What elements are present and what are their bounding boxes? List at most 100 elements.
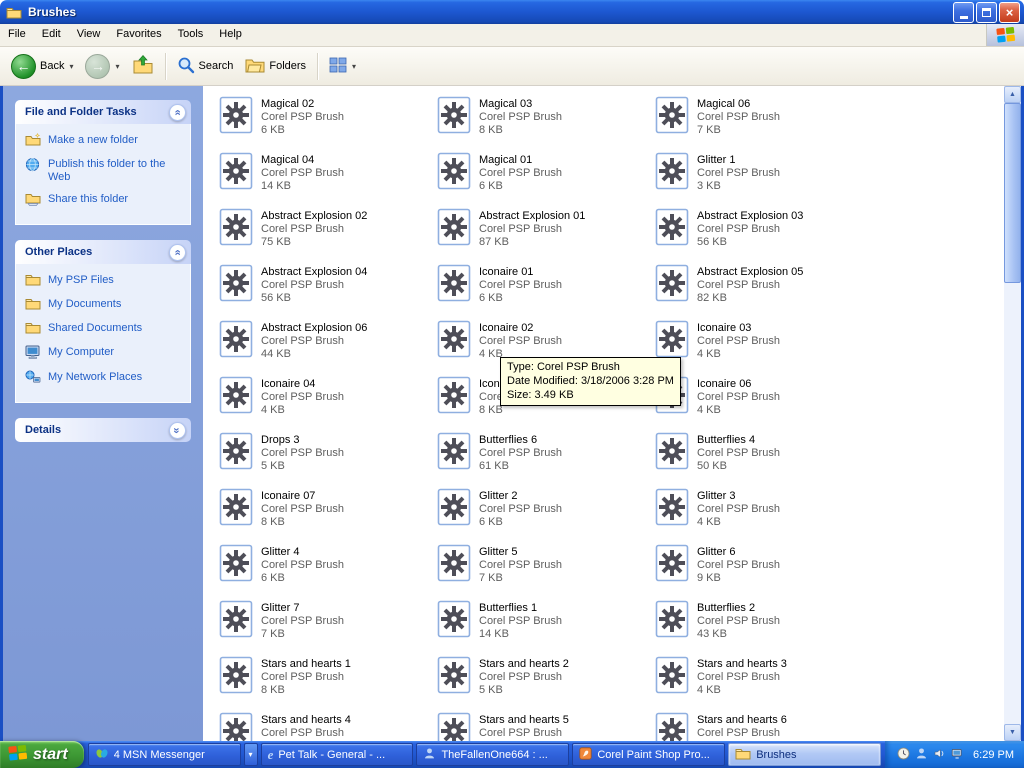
panel-header-file-tasks[interactable]: File and Folder Tasks « [15,100,191,124]
brush-file-icon [219,712,253,741]
file-tile[interactable]: Butterflies 4Corel PSP Brush50 KB [655,432,873,488]
close-button[interactable]: × [999,2,1020,23]
file-tile[interactable]: Iconaire 04Corel PSP Brush4 KB [219,376,437,432]
file-tile[interactable]: Drops 3Corel PSP Brush5 KB [219,432,437,488]
file-tile[interactable]: Glitter 2Corel PSP Brush6 KB [437,488,655,544]
menu-help[interactable]: Help [211,24,250,46]
sidebar-item[interactable]: Share this folder [25,193,181,209]
scroll-down-button[interactable]: ▼ [1004,724,1021,741]
file-tile[interactable]: Butterflies 6Corel PSP Brush61 KB [437,432,655,488]
scrollbar-track[interactable] [1004,103,1021,724]
sidebar-item[interactable]: My Computer [25,346,181,362]
panel-title-file-tasks: File and Folder Tasks [25,106,137,118]
sidebar-item[interactable]: My Network Places [25,371,181,387]
file-name: Magical 01 [479,152,562,167]
taskbar-button[interactable]: TheFallenOne664 : ... [416,743,569,766]
file-name: Abstract Explosion 06 [261,320,367,335]
file-tile[interactable]: Magical 06Corel PSP Brush7 KB [655,96,873,152]
scrollbar-thumb[interactable] [1004,103,1021,283]
file-tile-text: Iconaire 01Corel PSP Brush6 KB [479,264,562,305]
file-size: 56 KB [697,236,803,249]
file-tile[interactable]: Iconaire 03Corel PSP Brush4 KB [655,320,873,376]
file-tile[interactable]: Stars and hearts 3Corel PSP Brush4 KB [655,656,873,712]
titlebar[interactable]: Brushes × [0,0,1024,24]
folder-icon [735,747,751,763]
file-tile[interactable]: Stars and hearts 4Corel PSP Brush [219,712,437,741]
start-button[interactable]: start [0,741,84,768]
file-tile[interactable]: Stars and hearts 1Corel PSP Brush8 KB [219,656,437,712]
file-tile[interactable]: Magical 01Corel PSP Brush6 KB [437,152,655,208]
back-button[interactable]: ← Back ▾ [6,51,78,82]
scroll-up-button[interactable]: ▲ [1004,86,1021,103]
file-tile[interactable]: Abstract Explosion 03Corel PSP Brush56 K… [655,208,873,264]
menu-view[interactable]: View [69,24,109,46]
panel-header-other-places[interactable]: Other Places« [15,240,191,264]
windows-logo-icon [986,24,1024,46]
file-tile[interactable]: Iconaire 06Corel PSP Brush4 KB [655,376,873,432]
tray-clock-icon[interactable] [897,747,910,763]
sidebar-item[interactable]: My Documents [25,298,181,313]
file-tile[interactable]: Glitter 6Corel PSP Brush9 KB [655,544,873,600]
file-tile[interactable]: Butterflies 2Corel PSP Brush43 KB [655,600,873,656]
folders-button[interactable]: Folders [240,54,311,79]
menu-tools[interactable]: Tools [170,24,212,46]
minimize-button[interactable] [953,2,974,23]
file-tile[interactable]: Abstract Explosion 06Corel PSP Brush44 K… [219,320,437,376]
views-button[interactable]: ▾ [324,54,361,79]
menu-file[interactable]: File [0,24,34,46]
taskbar-group-arrow[interactable]: ▾ [244,743,258,766]
tray-volume-icon[interactable] [933,747,946,763]
sidebar-item[interactable]: Shared Documents [25,322,181,337]
brush-file-icon [219,208,253,249]
taskbar-button[interactable]: 4 MSN Messenger [88,743,241,766]
sidebar-item[interactable]: Publish this folder to the Web [25,158,181,184]
file-tile[interactable]: Abstract Explosion 05Corel PSP Brush82 K… [655,264,873,320]
taskbar-button-label: TheFallenOne664 : ... [441,749,547,761]
taskbar-button[interactable]: Brushes [728,743,881,766]
file-tile[interactable]: Iconaire 01Corel PSP Brush6 KB [437,264,655,320]
file-tile[interactable]: Iconaire 07Corel PSP Brush8 KB [219,488,437,544]
file-tile[interactable]: Stars and hearts 2Corel PSP Brush5 KB [437,656,655,712]
file-tile[interactable]: Magical 04Corel PSP Brush14 KB [219,152,437,208]
file-tile[interactable]: Glitter 3Corel PSP Brush4 KB [655,488,873,544]
taskbar-button[interactable]: Corel Paint Shop Pro... [572,743,725,766]
search-button[interactable]: Search [172,53,239,80]
chevron-up-icon[interactable]: « [169,244,186,261]
tray-messenger-icon[interactable] [915,747,928,763]
file-tile[interactable]: Glitter 5Corel PSP Brush7 KB [437,544,655,600]
chevron-up-icon[interactable]: « [169,104,186,121]
file-tile[interactable]: Abstract Explosion 02Corel PSP Brush75 K… [219,208,437,264]
file-tile[interactable]: Glitter 1Corel PSP Brush3 KB [655,152,873,208]
maximize-button[interactable] [976,2,997,23]
panel-header-details[interactable]: Details« [15,418,191,442]
tray-display-icon[interactable] [951,747,964,763]
file-name: Iconaire 03 [697,320,780,335]
file-tile[interactable]: Abstract Explosion 04Corel PSP Brush56 K… [219,264,437,320]
file-tile-text: Iconaire 03Corel PSP Brush4 KB [697,320,780,361]
sidebar-item[interactable]: My PSP Files [25,274,181,289]
sidebar-item-label: Shared Documents [48,322,142,335]
file-tile[interactable]: Stars and hearts 6Corel PSP Brush [655,712,873,741]
file-tile[interactable]: Abstract Explosion 01Corel PSP Brush87 K… [437,208,655,264]
up-button[interactable] [127,51,159,82]
menu-favorites[interactable]: Favorites [108,24,169,46]
file-name: Stars and hearts 1 [261,656,351,671]
vertical-scrollbar[interactable]: ▲ ▼ [1004,86,1021,741]
file-tile-text: Stars and hearts 3Corel PSP Brush4 KB [697,656,787,697]
forward-button[interactable]: → ▾ [80,51,124,82]
chevron-down-icon[interactable]: « [169,422,186,439]
file-tile[interactable]: Butterflies 1Corel PSP Brush14 KB [437,600,655,656]
system-tray: 6:29 PM [885,741,1024,768]
brush-file-icon [655,152,689,193]
menu-edit[interactable]: Edit [34,24,69,46]
sidebar-item[interactable]: Make a new folder [25,134,181,149]
file-tile[interactable]: Glitter 4Corel PSP Brush6 KB [219,544,437,600]
folder-icon [25,273,42,289]
up-folder-icon [132,54,154,79]
file-tile[interactable]: Stars and hearts 5Corel PSP Brush [437,712,655,741]
file-tile[interactable]: Magical 03Corel PSP Brush8 KB [437,96,655,152]
file-tile[interactable]: Glitter 7Corel PSP Brush7 KB [219,600,437,656]
taskbar-button[interactable]: ePet Talk - General - ... [261,743,414,766]
file-tile[interactable]: Magical 02Corel PSP Brush6 KB [219,96,437,152]
file-size: 4 KB [697,348,780,361]
